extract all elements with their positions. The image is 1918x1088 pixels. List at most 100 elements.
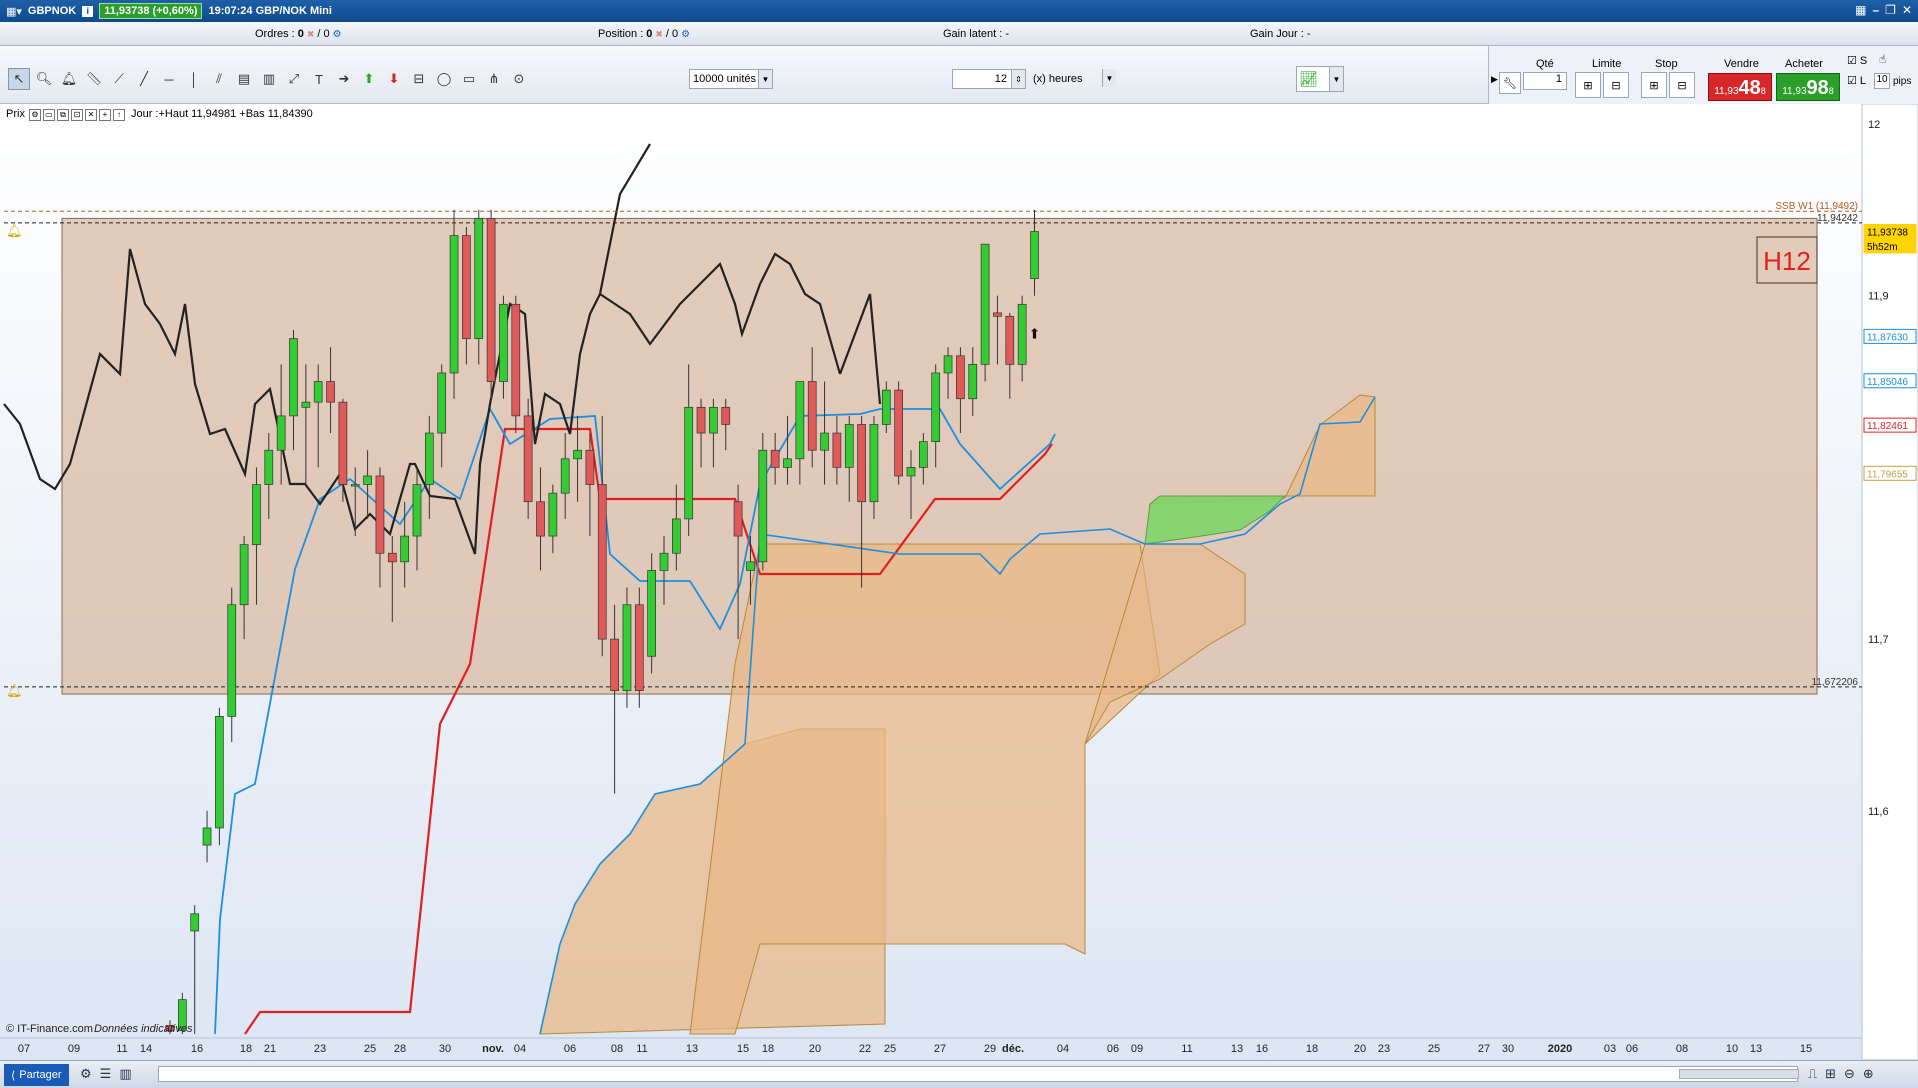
x-tick-label: 16 [191,1043,203,1055]
window-icon[interactable]: ▭ [42,108,55,121]
period-unit-select[interactable]: (x) heures ▼ [1030,69,1116,89]
panel-toggle-icon[interactable]: ▶ [1491,74,1498,85]
indicator-icon[interactable]: ⎍ [1808,1066,1817,1082]
bull-candle-body [906,467,916,477]
lock-icon[interactable]: ⊡ [70,108,83,121]
stepper-icon[interactable]: ⇕ [1011,70,1025,88]
limit-sell-icon[interactable]: ⊟ [1603,72,1629,98]
cancel-orders-icon[interactable]: ✖ [307,29,315,40]
clock-tool-icon[interactable]: ⊙ [508,68,530,90]
x-tick-label: 27 [1478,1043,1490,1055]
arrow-up-icon[interactable]: ⬆ [358,68,380,90]
fibonacci-tool-icon[interactable]: ▤ [233,68,255,90]
settings-wrench-icon[interactable]: 🔧︎ [1499,72,1521,94]
swap-position-icon[interactable]: ⚙ [681,29,690,40]
l-checkbox[interactable]: ☑ L [1847,74,1866,87]
bull-candle-body [400,535,409,563]
zoom-tool-icon[interactable]: 🔍︎ [33,68,55,90]
vertical-line-icon[interactable]: │ [183,68,205,90]
grid-icon[interactable]: ▦ [1855,3,1866,17]
stop-buy-icon[interactable]: ⊞ [1641,72,1667,98]
pitchfork-tool-icon[interactable]: ⋔ [483,68,505,90]
units-value: 10000 unités [693,73,756,85]
zoom-out-icon[interactable]: ⊖ [1844,1066,1855,1082]
buy-button[interactable]: 11,93 98 8 [1776,73,1840,101]
sell-button[interactable]: 11,93 48 8 [1708,73,1772,101]
add-icon[interactable]: + [98,108,111,121]
up-icon[interactable]: ↑ [112,108,125,121]
wrench-icon[interactable]: ⚙ [28,108,41,121]
price-tag-label: 11,79655 [1867,469,1908,480]
list-icon[interactable]: ☰ [100,1066,112,1082]
pips-input[interactable]: 10 [1874,73,1890,89]
chart-icon[interactable]: ▥ [119,1066,131,1082]
channel-tool-icon[interactable]: ⫽ [208,68,230,90]
share-button[interactable]: ⟨ Partager [4,1064,69,1086]
close-button[interactable]: ✕ [1902,3,1912,17]
zoom-fit-icon[interactable]: ⊞ [1825,1066,1836,1082]
chevron-down-icon[interactable]: ▼ [758,70,772,88]
horizontal-scrollbar[interactable] [158,1066,1799,1082]
chevron-down-icon[interactable]: ▼ [1329,67,1343,91]
s-checkbox[interactable]: ☑ S [1847,54,1867,67]
x-tick-label: déc. [1002,1043,1024,1055]
share-label: Partager [19,1069,62,1081]
bull-candle-body [671,518,681,554]
bull-candle-body [968,364,978,400]
scroll-thumb[interactable] [1679,1069,1799,1079]
close-icon[interactable]: ✕ [84,108,97,121]
quantity-input[interactable]: 1 [1523,72,1567,90]
bear-candle-body [634,604,644,691]
parallel-tool-icon[interactable]: ⊟ [408,68,430,90]
chevron-down-icon[interactable]: ▼ [1102,69,1116,87]
x-tick-label: 21 [264,1043,276,1055]
alert-tool-icon[interactable]: 🔔︎ [58,68,80,90]
tools-icon[interactable]: ⚙ [80,1066,92,1082]
symbol-label[interactable]: GBPNOK [28,5,76,17]
arrow-diag-icon[interactable]: ⤢ [283,68,305,90]
close-position-icon[interactable]: ✖ [655,29,663,40]
app-icon[interactable]: ▦▾ [6,5,22,18]
horizontal-line-icon[interactable]: ─ [158,68,180,90]
line-tool-icon[interactable]: ╱ [133,68,155,90]
limite-label: Limite [1592,58,1622,70]
chart-area[interactable]: SSB W1 (11,9492) 11,94242 11,672206 ⬆ 🔔︎ 🔔︎ H1… [0,103,1918,1061]
buy-price-big: 98 [1806,77,1829,99]
pointer-tool-icon[interactable]: ↖ [8,68,30,90]
period-value: 12 [994,73,1007,85]
bull-candle-body [252,484,261,546]
chart-type-select[interactable]: 📈︎ ▼ [1296,66,1344,92]
level-label-0: SSB W1 (11,9492) [1775,201,1858,212]
price-chart[interactable]: SSB W1 (11,9492)11,94242 11,672206 ⬆ 🔔︎ 🔔︎ H1… [0,103,1918,1061]
x-tick-label: 23 [1378,1043,1390,1055]
zoom-in-icon[interactable]: ⊕ [1863,1066,1874,1082]
text-tool-icon[interactable]: T [308,68,330,90]
copy-icon[interactable]: ⧉ [56,108,69,121]
bull-candle-body [622,604,632,691]
info-icon[interactable]: i [82,5,94,17]
bull-candle-body [931,372,941,442]
segment-tool-icon[interactable]: ⟋ [108,68,130,90]
candle [215,707,224,846]
arrow-down-icon[interactable]: ⬇ [383,68,405,90]
period-stepper[interactable]: 12 ⇕ [952,69,1026,89]
restore-button[interactable]: ❐ [1885,3,1896,17]
gain-jour: Gain Jour : - [1250,28,1311,40]
ruler-tool-icon[interactable]: 📏︎ [83,68,105,90]
minimize-button[interactable]: – [1872,3,1879,17]
x-tick-label: 15 [737,1043,749,1055]
swap-icon[interactable]: ⚙ [333,29,342,40]
qte-label: Qté [1536,58,1554,70]
arrow-right-icon[interactable]: ➜ [333,68,355,90]
rectangle-tool-icon[interactable]: ▭ [458,68,480,90]
candle [511,295,521,434]
x-tick-label: 08 [1676,1043,1688,1055]
stop-sell-icon[interactable]: ⊟ [1669,72,1695,98]
limit-buy-icon[interactable]: ⊞ [1575,72,1601,98]
ellipse-tool-icon[interactable]: ◯ [433,68,455,90]
x-tick-label: 04 [514,1043,526,1055]
units-select[interactable]: 10000 unités ▼ [689,69,773,89]
bull-candle-body [190,913,200,932]
fibonacci-fan-icon[interactable]: ▥ [258,68,280,90]
x-tick-label: 29 [984,1043,996,1055]
